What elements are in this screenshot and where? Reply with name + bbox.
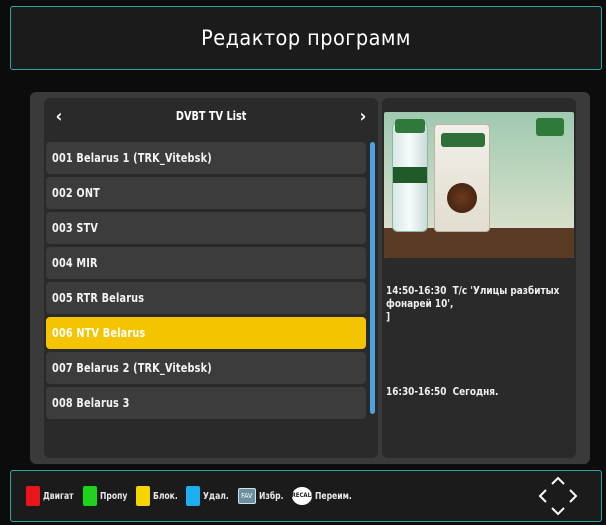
color-key-legend: Двигат Пропу Блок. Удал. FAV Избр. RECAL… bbox=[26, 484, 362, 508]
epg-next-program: 16:30-16:50 Сегодня. bbox=[386, 385, 499, 398]
channel-label: 006 NTV Belarus bbox=[52, 326, 146, 340]
fav-key[interactable]: FAV Избр. bbox=[237, 488, 288, 504]
scrollbar[interactable] bbox=[370, 142, 375, 414]
preview-jar-band bbox=[393, 167, 427, 183]
yellow-key-label: Блок. bbox=[153, 490, 179, 502]
list-title: DVBT TV List bbox=[175, 109, 247, 123]
scrollbar-thumb[interactable] bbox=[370, 142, 375, 414]
fav-key-icon: FAV bbox=[237, 488, 256, 504]
channel-row[interactable]: 001 Belarus 1 (TRK_Vitebsk) bbox=[46, 142, 366, 174]
red-key-icon bbox=[26, 486, 40, 506]
channel-row[interactable]: 003 STV bbox=[46, 212, 366, 244]
channel-row[interactable]: 004 MIR bbox=[46, 247, 366, 279]
channel-row[interactable]: 008 Belarus 3 bbox=[46, 387, 366, 419]
channel-label: 007 Belarus 2 (TRK_Vitebsk) bbox=[52, 361, 212, 375]
recall-key-label: Переим. bbox=[314, 490, 352, 502]
title-bar: Редактор программ bbox=[10, 6, 602, 70]
epg-info: 14:50-16:30 Т/с 'Улицы разбитых фонарей … bbox=[386, 284, 572, 398]
tv-preview-image bbox=[384, 112, 574, 258]
epg-current-program: 14:50-16:30 Т/с 'Улицы разбитых фонарей … bbox=[386, 284, 560, 323]
channel-list: 001 Belarus 1 (TRK_Vitebsk) 002 ONT 003 … bbox=[46, 142, 366, 422]
channel-label: 002 ONT bbox=[52, 186, 100, 200]
red-key-label: Двигат bbox=[43, 490, 74, 502]
chevron-right-icon[interactable]: › bbox=[356, 106, 370, 127]
fav-key-label: Избр. bbox=[258, 490, 284, 502]
channel-row[interactable]: 005 RTR Belarus bbox=[46, 282, 366, 314]
chevron-left-icon[interactable]: ‹ bbox=[52, 106, 66, 127]
preview-jar-lid bbox=[395, 119, 425, 133]
channel-label: 004 MIR bbox=[52, 256, 98, 270]
yellow-key-lock[interactable]: Блок. bbox=[136, 486, 182, 506]
channel-label: 001 Belarus 1 (TRK_Vitebsk) bbox=[52, 151, 212, 165]
channel-row-selected[interactable]: 006 NTV Belarus bbox=[46, 317, 366, 349]
preview-brand-stamp bbox=[536, 118, 564, 136]
list-header: ‹ DVBT TV List › bbox=[44, 100, 378, 132]
preview-coffee-pack bbox=[434, 124, 490, 232]
blue-key-delete[interactable]: Удал. bbox=[186, 486, 233, 506]
green-key-label: Пропу bbox=[100, 490, 128, 502]
green-key-icon bbox=[83, 486, 97, 506]
preview-coffee-jar bbox=[392, 119, 428, 232]
preview-table bbox=[384, 228, 574, 258]
yellow-key-icon bbox=[136, 486, 151, 506]
page-title: Редактор программ bbox=[201, 26, 411, 50]
channel-label: 005 RTR Belarus bbox=[52, 291, 145, 305]
green-key-skip[interactable]: Пропу bbox=[83, 486, 132, 506]
blue-key-label: Удал. bbox=[203, 490, 230, 502]
channel-row[interactable]: 002 ONT bbox=[46, 177, 366, 209]
recall-key-rename[interactable]: RECALL Переим. bbox=[291, 487, 358, 505]
preview-pack-beans bbox=[447, 183, 477, 213]
red-key-move[interactable]: Двигат bbox=[26, 486, 79, 506]
blue-key-icon bbox=[186, 486, 201, 506]
channel-label: 003 STV bbox=[52, 221, 99, 235]
preview-pack-logo bbox=[441, 133, 485, 147]
channel-label: 008 Belarus 3 bbox=[52, 396, 130, 410]
navigation-arrows-icon bbox=[536, 474, 580, 518]
channel-row[interactable]: 007 Belarus 2 (TRK_Vitebsk) bbox=[46, 352, 366, 384]
recall-key-icon: RECALL bbox=[291, 487, 314, 505]
